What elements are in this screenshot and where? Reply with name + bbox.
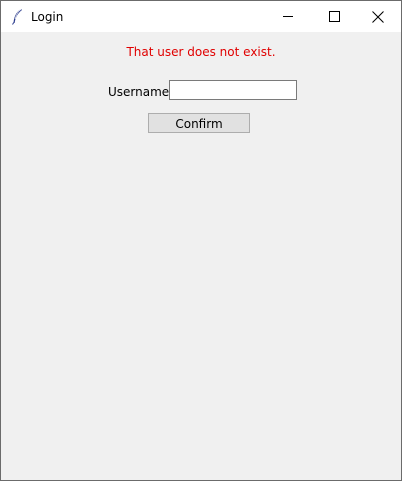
username-label: Username xyxy=(108,85,170,99)
minimize-button[interactable] xyxy=(265,1,311,32)
close-icon xyxy=(372,11,384,23)
close-button[interactable] xyxy=(355,1,401,32)
login-window: Login That user does not exist. Username… xyxy=(0,0,402,481)
maximize-icon xyxy=(329,11,340,22)
username-input[interactable] xyxy=(169,80,297,100)
title-bar[interactable]: Login xyxy=(1,1,401,32)
minimize-icon xyxy=(283,16,293,17)
feather-icon xyxy=(10,8,24,25)
window-title: Login xyxy=(31,10,64,24)
login-form: That user does not exist. Username Confi… xyxy=(1,32,401,480)
maximize-button[interactable] xyxy=(311,1,357,32)
confirm-button[interactable]: Confirm xyxy=(148,113,250,133)
error-message: That user does not exist. xyxy=(126,45,276,59)
